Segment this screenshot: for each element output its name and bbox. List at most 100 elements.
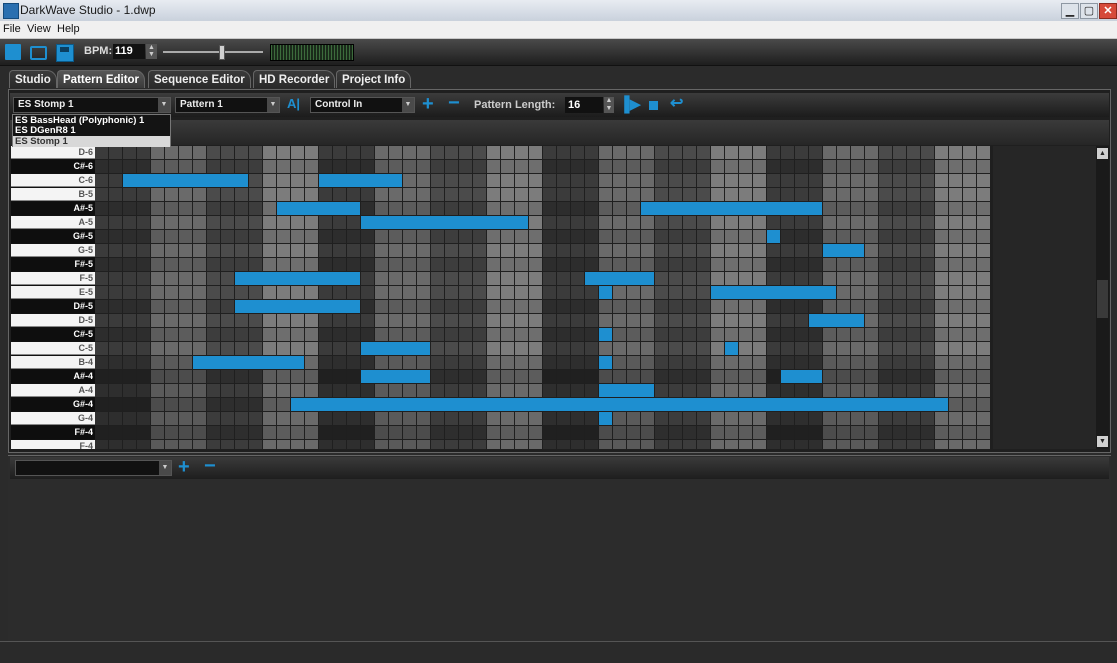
grid-cell[interactable] [627,160,640,173]
grid-cell[interactable] [921,426,934,439]
grid-cell[interactable] [375,258,388,271]
grid-cell[interactable] [95,272,108,285]
grid-cell[interactable] [333,146,346,159]
grid-cell[interactable] [123,286,136,299]
grid-cell[interactable] [837,258,850,271]
grid-cell[interactable] [977,146,990,159]
grid-cell[interactable] [515,188,528,201]
grid-cell[interactable] [375,230,388,243]
grid-cell[interactable] [963,398,976,411]
grid-cell[interactable] [865,216,878,229]
grid-cell[interactable] [389,412,402,425]
note-block[interactable] [123,174,248,187]
grid-cell[interactable] [823,384,836,397]
grid-cell[interactable] [823,272,836,285]
grid-cell[interactable] [221,230,234,243]
grid-cell[interactable] [739,440,752,449]
grid-cell[interactable] [837,328,850,341]
grid-cell[interactable] [627,440,640,449]
grid-cell[interactable] [263,146,276,159]
grid-cell[interactable] [431,188,444,201]
grid-cell[interactable] [165,412,178,425]
grid-cell[interactable] [949,342,962,355]
grid-cell[interactable] [935,202,948,215]
grid-cell[interactable] [95,216,108,229]
grid-cell[interactable] [221,440,234,449]
grid-cell[interactable] [879,370,892,383]
grid-cell[interactable] [543,230,556,243]
instrument-option[interactable]: ES DGenR8 1 [15,125,76,136]
grid-cell[interactable] [501,146,514,159]
grid-cell[interactable] [697,160,710,173]
grid-cell[interactable] [879,342,892,355]
scroll-down-icon[interactable]: ▼ [1097,436,1108,447]
grid-cell[interactable] [585,328,598,341]
grid-cell[interactable] [249,188,262,201]
grid-cell[interactable] [319,440,332,449]
grid-cell[interactable] [137,230,150,243]
grid-cell[interactable] [459,160,472,173]
grid-cell[interactable] [95,398,108,411]
grid-cell[interactable] [585,342,598,355]
grid-cell[interactable] [305,160,318,173]
grid-cell[interactable] [613,426,626,439]
grid-cell[interactable] [515,328,528,341]
grid-cell[interactable] [907,244,920,257]
grid-cell[interactable] [977,216,990,229]
grid-cell[interactable] [291,174,304,187]
grid-cell[interactable] [571,370,584,383]
grid-cell[interactable] [109,230,122,243]
grid-cell[interactable] [571,160,584,173]
grid-cell[interactable] [361,244,374,257]
grid-cell[interactable] [305,412,318,425]
grid-cell[interactable] [179,440,192,449]
grid-cell[interactable] [459,370,472,383]
grid-cell[interactable] [627,230,640,243]
grid-cell[interactable] [193,384,206,397]
grid-cell[interactable] [879,272,892,285]
grid-cell[interactable] [515,258,528,271]
grid-cell[interactable] [683,216,696,229]
grid-cell[interactable] [263,286,276,299]
grid-cell[interactable] [235,342,248,355]
grid-cell[interactable] [459,146,472,159]
grid-cell[interactable] [221,328,234,341]
grid-cell[interactable] [361,286,374,299]
grid-cell[interactable] [487,342,500,355]
grid-cell[interactable] [781,384,794,397]
grid-cell[interactable] [221,370,234,383]
grid-cell[interactable] [221,160,234,173]
grid-cell[interactable] [165,440,178,449]
grid-cell[interactable] [305,146,318,159]
grid-cell[interactable] [879,328,892,341]
grid-cell[interactable] [753,188,766,201]
grid-cell[interactable] [151,216,164,229]
chevron-down-icon[interactable]: ▼ [402,98,414,112]
grid-cell[interactable] [977,272,990,285]
grid-cell[interactable] [921,314,934,327]
grid-cell[interactable] [109,300,122,313]
grid-cell[interactable] [753,440,766,449]
grid-cell[interactable] [865,188,878,201]
grid-cell[interactable] [837,412,850,425]
grid-cell[interactable] [333,216,346,229]
grid-cell[interactable] [823,300,836,313]
menu-help[interactable]: Help [57,23,80,35]
grid-cell[interactable] [529,160,542,173]
grid-cell[interactable] [585,174,598,187]
grid-cell[interactable] [417,300,430,313]
piano-key[interactable]: C#-6 [11,160,95,173]
grid-cell[interactable] [935,160,948,173]
grid-cell[interactable] [165,328,178,341]
grid-cell[interactable] [613,370,626,383]
grid-cell[interactable] [459,314,472,327]
grid-cell[interactable] [347,244,360,257]
grid-cell[interactable] [753,342,766,355]
grid-cell[interactable] [613,258,626,271]
grid-cell[interactable] [501,286,514,299]
grid-cell[interactable] [655,426,668,439]
grid-cell[interactable] [935,440,948,449]
grid-cell[interactable] [179,412,192,425]
grid-cell[interactable] [137,398,150,411]
grid-cell[interactable] [921,412,934,425]
